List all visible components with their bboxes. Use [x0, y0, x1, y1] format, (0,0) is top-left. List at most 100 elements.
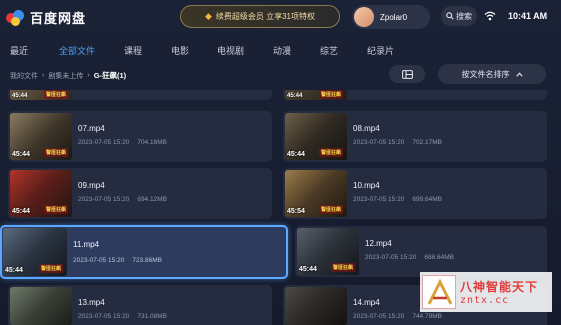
- file-meta: 2023-07-05 15:20 688.64MB: [365, 254, 454, 261]
- file-meta: 2023-07-05 15:20 731.08MB: [78, 313, 167, 320]
- tab-documentary[interactable]: 纪录片: [367, 44, 394, 57]
- show-tag: 警匪狂飙: [318, 90, 343, 99]
- file-name: 09.mp4: [78, 181, 105, 190]
- file-card[interactable]: 45:44 警匪狂飙: [8, 90, 272, 100]
- file-date: 2023-07-05 15:20: [365, 254, 417, 261]
- wifi-icon: [484, 11, 496, 21]
- watermark-logo-icon: [422, 275, 456, 309]
- view-toggle-button[interactable]: [389, 65, 425, 83]
- file-name: 07.mp4: [78, 124, 105, 133]
- tab-variety[interactable]: 综艺: [320, 44, 338, 57]
- tab-courses[interactable]: 课程: [124, 44, 142, 57]
- show-tag: 警匪狂飙: [318, 205, 343, 214]
- file-meta: 2023-07-05 15:20 704.18MB: [78, 139, 167, 146]
- file-card-focused[interactable]: 45:44 警匪狂飙 11.mp4 2023-07-05 15:20 723.8…: [0, 225, 288, 279]
- video-thumbnail: [10, 287, 72, 325]
- user-account-button[interactable]: Zpolar0: [352, 5, 430, 29]
- file-meta: 2023-07-05 15:20 699.64MB: [353, 196, 442, 203]
- avatar: [354, 7, 374, 27]
- vip-promo-text: 续费超级会员 立享31项特权: [215, 12, 316, 21]
- file-size: 744.78MB: [412, 313, 442, 320]
- video-thumbnail: 45:44 警匪狂飙: [10, 113, 72, 160]
- duration-label: 45:44: [287, 93, 303, 99]
- file-size: 688.64MB: [424, 254, 454, 261]
- sort-label: 按文件名排序: [461, 69, 510, 79]
- file-card[interactable]: 45:44 警匪狂飙 09.mp4 2023-07-05 15:20 694.1…: [8, 168, 272, 219]
- status-clock: 10:41 AM: [508, 11, 548, 21]
- file-size: 704.18MB: [137, 139, 167, 146]
- file-name: 11.mp4: [73, 240, 100, 249]
- search-label: 搜索: [456, 11, 472, 21]
- video-thumbnail: 45:54 警匪狂飙: [285, 170, 347, 217]
- show-tag: 警匪狂飙: [43, 90, 68, 99]
- watermark-line2: zntx.cc: [460, 295, 510, 306]
- file-date: 2023-07-05 15:20: [78, 196, 130, 203]
- file-date: 2023-07-05 15:20: [353, 196, 405, 203]
- file-card[interactable]: 45:54 警匪狂飙 10.mp4 2023-07-05 15:20 699.6…: [283, 168, 547, 219]
- file-name: 10.mp4: [353, 181, 380, 190]
- search-icon: [446, 12, 454, 20]
- show-tag: 警匪狂飙: [318, 148, 343, 157]
- file-size: 699.64MB: [412, 196, 442, 203]
- file-card[interactable]: 45:44 警匪狂飙: [283, 90, 547, 100]
- duration-label: 45:44: [299, 266, 317, 273]
- file-meta: 2023-07-05 15:20 723.86MB: [73, 257, 162, 264]
- app-name: 百度网盘: [30, 11, 87, 26]
- vip-renew-button[interactable]: ◆ 续费超级会员 立享31项特权: [180, 5, 340, 28]
- show-tag: 警匪狂飙: [38, 264, 63, 273]
- tab-movies[interactable]: 电影: [171, 44, 189, 57]
- video-thumbnail: [285, 287, 347, 325]
- file-card[interactable]: 13.mp4 2023-07-05 15:20 731.08MB: [8, 285, 272, 325]
- show-tag: 警匪狂飙: [43, 148, 68, 157]
- watermark: 八神智能天下 zntx.cc: [420, 272, 552, 312]
- tab-anime[interactable]: 动漫: [273, 44, 291, 57]
- file-date: 2023-07-05 15:20: [78, 313, 130, 320]
- duration-label: 45:44: [287, 151, 305, 158]
- file-name: 12.mp4: [365, 239, 392, 248]
- file-name: 08.mp4: [353, 124, 380, 133]
- duration-label: 45:44: [12, 93, 28, 99]
- cloud-logo-icon: [6, 9, 26, 26]
- tab-recent[interactable]: 最近: [10, 44, 28, 57]
- video-thumbnail: 45:44 警匪狂飙: [297, 228, 359, 275]
- file-date: 2023-07-05 15:20: [353, 139, 405, 146]
- breadcrumb-item[interactable]: 剧集未上传: [48, 71, 83, 81]
- file-date: 2023-07-05 15:20: [353, 313, 405, 320]
- watermark-text: 八神智能天下 zntx.cc: [460, 278, 538, 306]
- video-thumbnail: 45:44 警匪狂飙: [285, 113, 347, 160]
- file-meta: 2023-07-05 15:20 702.17MB: [353, 139, 442, 146]
- search-button[interactable]: 搜索: [441, 6, 477, 26]
- file-date: 2023-07-05 15:20: [78, 139, 130, 146]
- breadcrumb-separator: ›: [42, 72, 45, 79]
- tab-all-files[interactable]: 全部文件: [59, 44, 95, 57]
- breadcrumb-item[interactable]: 我的文件: [10, 71, 38, 81]
- file-size: 702.17MB: [412, 139, 442, 146]
- show-tag: 警匪狂飙: [330, 263, 355, 272]
- grid-view-icon: [401, 69, 413, 79]
- file-meta: 2023-07-05 15:20 744.78MB: [353, 313, 442, 320]
- file-card[interactable]: 45:44 警匪狂飙 07.mp4 2023-07-05 15:20 704.1…: [8, 111, 272, 162]
- video-thumbnail: 45:44 警匪狂飙: [10, 170, 72, 217]
- app-logo: 百度网盘: [6, 8, 86, 27]
- breadcrumb-separator: ›: [87, 72, 90, 79]
- duration-label: 45:54: [287, 208, 305, 215]
- file-date: 2023-07-05 15:20: [73, 257, 125, 264]
- watermark-line1: 八神智能天下: [460, 280, 539, 294]
- file-size: 731.08MB: [137, 313, 167, 320]
- file-meta: 2023-07-05 15:20 694.12MB: [78, 196, 167, 203]
- file-card[interactable]: 45:44 警匪狂飙 08.mp4 2023-07-05 15:20 702.1…: [283, 111, 547, 162]
- file-card[interactable]: 45:44 警匪狂飙 12.mp4 2023-07-05 15:20 688.6…: [295, 226, 547, 277]
- video-thumbnail: 45:44 警匪狂飙: [285, 90, 347, 100]
- file-size: 723.86MB: [132, 257, 162, 264]
- top-bar: 百度网盘 ◆ 续费超级会员 立享31项特权 Zpolar0 搜索 10:41 A…: [0, 0, 561, 36]
- tab-tv-series[interactable]: 电视剧: [217, 44, 244, 57]
- file-name: 13.mp4: [78, 298, 105, 307]
- video-thumbnail: 45:44 警匪狂飙: [10, 90, 72, 100]
- sort-button[interactable]: 按文件名排序: [438, 64, 546, 84]
- video-thumbnail: 45:44 警匪狂飙: [3, 228, 67, 276]
- duration-label: 45:44: [5, 267, 23, 274]
- breadcrumb-current: G-狂飙(1): [93, 71, 127, 80]
- file-size: 694.12MB: [137, 196, 167, 203]
- chevron-up-icon: [515, 71, 523, 77]
- diamond-icon: ◆: [204, 11, 212, 21]
